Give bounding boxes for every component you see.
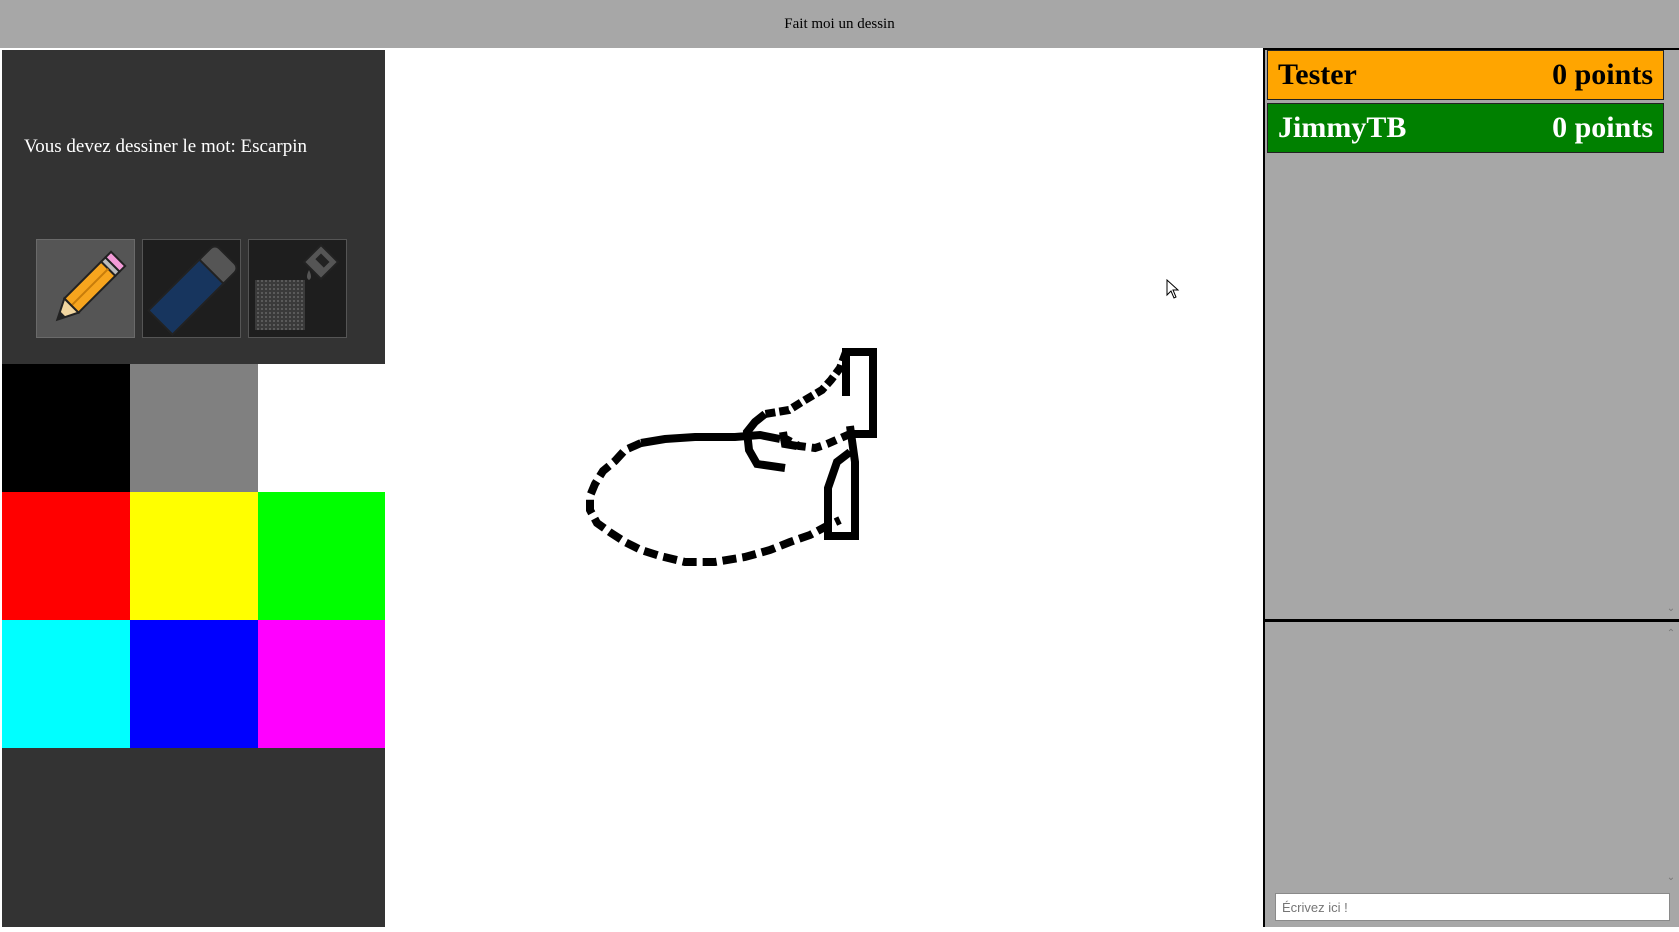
color-swatch-gray[interactable] [130, 364, 258, 492]
color-palette [2, 364, 386, 748]
app-title: Fait moi un dessin [784, 15, 895, 32]
pencil-tool-button[interactable] [36, 239, 135, 338]
chat-input[interactable] [1275, 893, 1670, 921]
app-title-bar: Fait moi un dessin [0, 0, 1679, 48]
color-swatch-magenta[interactable] [258, 620, 386, 748]
player-name: Tester [1278, 58, 1357, 91]
panel-divider [1265, 619, 1679, 622]
tool-panel: Vous devez dessiner le mot: Escarpin [2, 50, 386, 927]
player-score-row: JimmyTB 0 points [1267, 103, 1664, 153]
paint-bucket-icon [255, 243, 340, 330]
fill-tool-button[interactable] [248, 239, 347, 338]
player-name: JimmyTB [1278, 111, 1407, 144]
side-panel: Tester 0 points JimmyTB 0 points ⌄ ⌃ ⌄ [1263, 48, 1679, 927]
player-points: 0 points [1552, 58, 1653, 91]
word-to-draw-label: Vous devez dessiner le mot: Escarpin [24, 136, 307, 157]
color-swatch-cyan[interactable] [2, 620, 130, 748]
color-swatch-black[interactable] [2, 364, 130, 492]
shoe-drawing [586, 348, 877, 566]
drawing-canvas[interactable] [385, 50, 1263, 927]
mouse-cursor-icon [1166, 279, 1180, 299]
chat-scroll-up-icon[interactable]: ⌃ [1665, 628, 1677, 640]
color-swatch-white[interactable] [258, 364, 386, 492]
chat-scroll-down-icon[interactable]: ⌄ [1665, 872, 1677, 884]
eraser-icon [147, 245, 238, 336]
pencil-icon [55, 250, 127, 322]
player-points: 0 points [1552, 111, 1653, 144]
color-swatch-red[interactable] [2, 492, 130, 620]
color-swatch-blue[interactable] [130, 620, 258, 748]
eraser-tool-button[interactable] [142, 239, 241, 338]
scoreboard-scroll-down-icon[interactable]: ⌄ [1665, 603, 1677, 615]
player-score-row: Tester 0 points [1267, 50, 1664, 100]
color-swatch-green[interactable] [258, 492, 386, 620]
color-swatch-yellow[interactable] [130, 492, 258, 620]
